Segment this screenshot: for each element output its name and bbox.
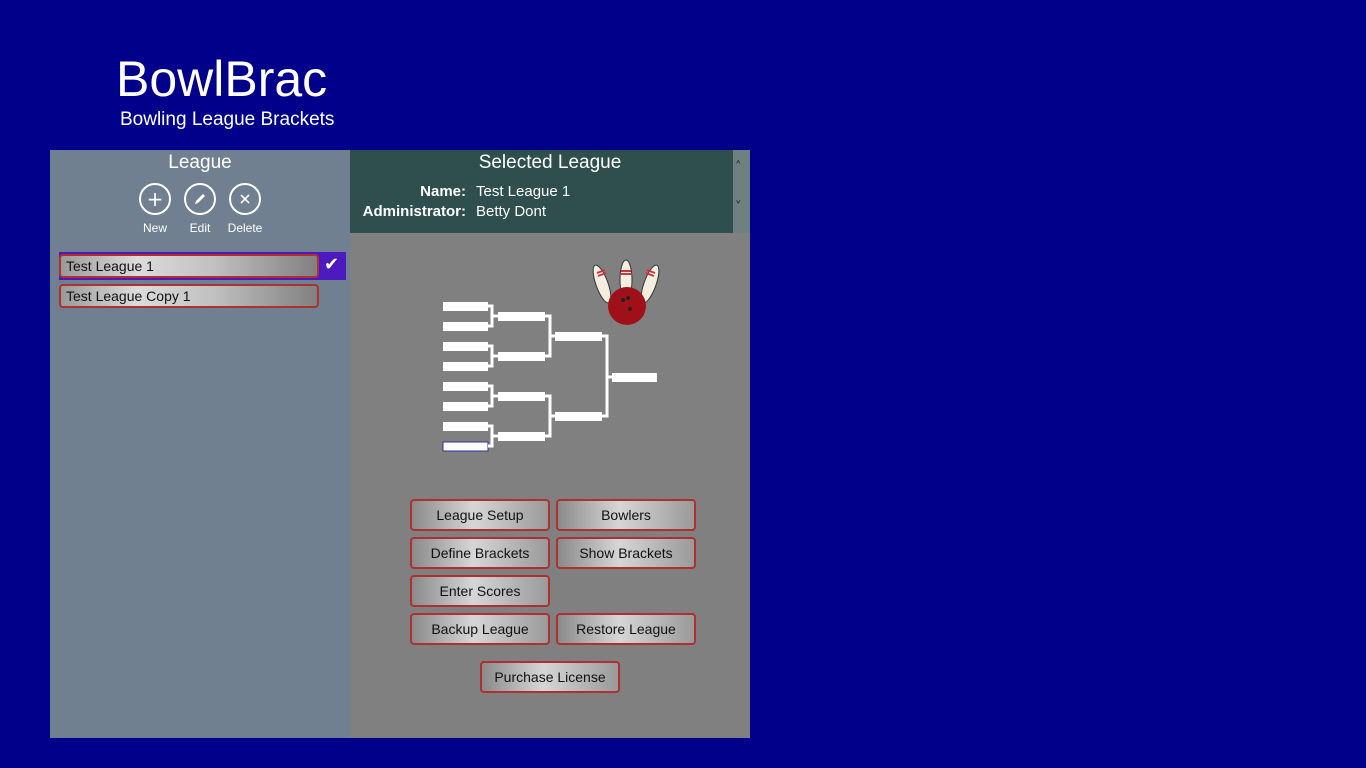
admin-row: Administrator: Betty Dont	[350, 203, 546, 220]
purchase-license-button[interactable]: Purchase License	[480, 661, 620, 693]
selected-league-header: Selected League Name: Test League 1 Admin…	[350, 150, 733, 233]
delete-label: Delete	[227, 221, 263, 235]
backup-league-button[interactable]: Backup League	[410, 613, 550, 645]
header-scrollbar[interactable]: ˄ ˅	[733, 150, 750, 233]
edit-label: Edit	[189, 221, 211, 235]
app-subtitle: Bowling League Brackets	[120, 109, 335, 130]
scroll-down-icon[interactable]: ˅	[735, 200, 742, 215]
x-icon	[229, 183, 261, 215]
plus-icon: +	[139, 183, 171, 215]
admin-label: Administrator:	[362, 203, 466, 220]
delete-league-button[interactable]: Delete	[220, 183, 270, 235]
scroll-up-icon[interactable]: ˄	[735, 160, 742, 175]
show-brackets-button[interactable]: Show Brackets	[556, 537, 696, 569]
name-row: Name: Test League 1	[350, 183, 570, 200]
app-title: BowlBrac	[116, 51, 328, 107]
name-value: Test League 1	[476, 183, 571, 200]
name-label: Name:	[420, 183, 466, 200]
checkmark-icon: ✔	[324, 254, 340, 275]
new-label: New	[142, 221, 167, 235]
enter-scores-button[interactable]: Enter Scores	[410, 575, 550, 607]
restore-league-button[interactable]: Restore League	[556, 613, 696, 645]
pencil-icon	[184, 183, 216, 215]
selected-league-title: Selected League	[478, 152, 622, 173]
league-panel: League + New Edit Delete Test League 1 ✔…	[50, 150, 350, 738]
admin-value: Betty Dont	[476, 203, 547, 220]
edit-league-button[interactable]: Edit	[175, 183, 225, 235]
new-league-button[interactable]: + New	[130, 183, 180, 235]
league-panel-title: League	[168, 152, 232, 173]
league-list-item-selected[interactable]: Test League 1	[59, 254, 319, 278]
bowlers-button[interactable]: Bowlers	[556, 499, 696, 531]
define-brackets-button[interactable]: Define Brackets	[410, 537, 550, 569]
league-list-item[interactable]: Test League Copy 1	[59, 284, 319, 308]
league-setup-button[interactable]: League Setup	[410, 499, 550, 531]
selected-league-panel: Selected League Name: Test League 1 Admin…	[350, 150, 750, 738]
bowling-pins-icon	[592, 259, 660, 325]
